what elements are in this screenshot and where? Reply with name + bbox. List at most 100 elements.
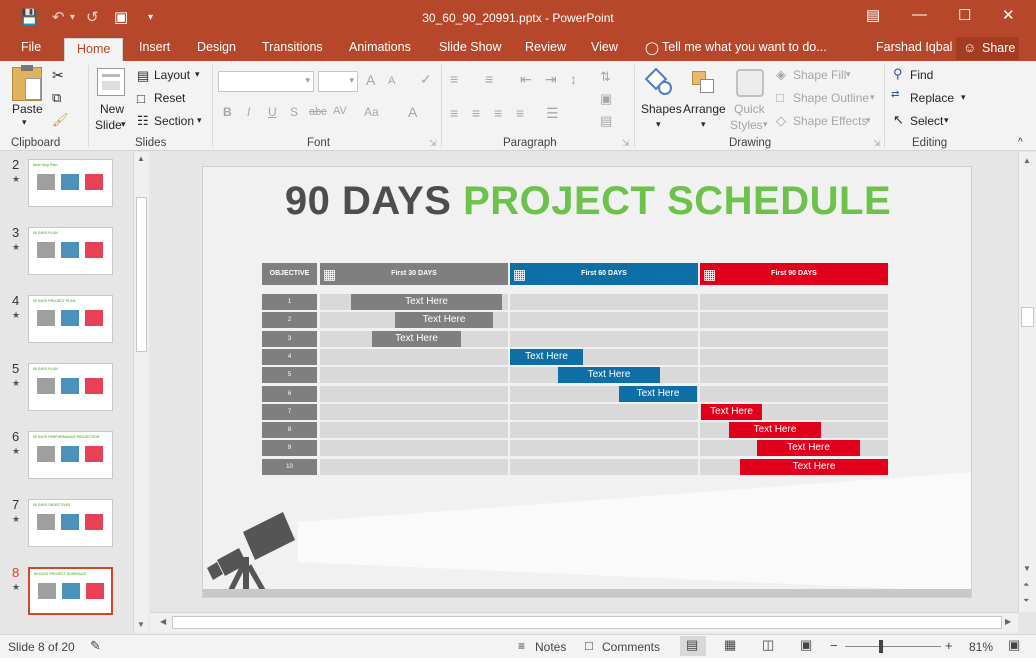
tab-transitions[interactable]: Transitions	[262, 40, 323, 54]
decrease-indent-icon[interactable]: ⇤	[520, 71, 532, 88]
horizontal-scrollbar[interactable]: ◀ ▶	[150, 612, 1018, 633]
underline-button[interactable]: U	[268, 105, 277, 119]
shape-fill-dropdown-icon[interactable]: ▾	[846, 69, 851, 80]
slide-thumbnail[interactable]: 90 DAYS PERFORMANCE PROJECTION	[28, 431, 113, 479]
collapse-ribbon-icon[interactable]: ^	[1018, 137, 1023, 148]
gantt-bar[interactable]: Text Here	[510, 348, 583, 365]
shrink-font-button[interactable]: A	[388, 75, 395, 87]
slide-thumbnail[interactable]: 90 DAYS PLAN	[28, 227, 113, 275]
normal-view-button[interactable]: ▤	[680, 636, 706, 656]
layout-button[interactable]: Layout	[154, 68, 190, 82]
shape-outline-dropdown-icon[interactable]: ▾	[870, 92, 875, 103]
new-slide-button[interactable]: New	[100, 102, 124, 116]
line-spacing-icon[interactable]: ↕	[570, 71, 577, 87]
gantt-bar[interactable]: Text Here	[740, 458, 888, 475]
columns-icon[interactable]: ☰	[546, 105, 559, 122]
numbering-icon[interactable]: ≡	[485, 71, 493, 87]
fit-to-window-icon[interactable]: ▣	[1008, 637, 1020, 653]
paragraph-dialog-icon[interactable]: ⇲	[622, 138, 630, 149]
slide-counter[interactable]: Slide 8 of 20	[8, 640, 75, 654]
gantt-bar[interactable]: Text Here	[701, 403, 762, 420]
thumbnail-scroll-thumb[interactable]	[136, 197, 147, 352]
tab-file[interactable]: File	[21, 40, 41, 54]
shape-effects-dropdown-icon[interactable]: ▾	[866, 115, 871, 126]
zoom-out-button[interactable]: −	[830, 638, 838, 653]
replace-button[interactable]: Replace	[910, 91, 954, 105]
quick-styles-dropdown-icon[interactable]: ▾	[763, 119, 768, 130]
font-dialog-icon[interactable]: ⇲	[429, 138, 437, 149]
arrange-button[interactable]: Arrange	[683, 102, 726, 116]
font-color-button[interactable]: A	[408, 104, 417, 120]
slide-sorter-icon[interactable]: ▦	[724, 637, 736, 653]
vscroll-up-icon[interactable]: ▲	[1023, 156, 1031, 165]
drawing-dialog-icon[interactable]: ⇲	[873, 138, 881, 149]
vscroll-thumb[interactable]	[1021, 307, 1034, 327]
previous-slide-icon[interactable]: ⏶	[1023, 580, 1029, 590]
char-spacing-button[interactable]: AV	[333, 105, 347, 117]
vertical-scrollbar[interactable]: ▲ ▼ ⏶ ⏷	[1018, 152, 1036, 612]
slide-thumbnail[interactable]: 90 DAYS OBJECTIVES	[28, 499, 113, 547]
slide-thumbnail[interactable]: 90 DAYS PLAN	[28, 363, 113, 411]
close-icon[interactable]: ✕	[1002, 6, 1015, 24]
share-button[interactable]: ☺ Share	[956, 37, 1019, 60]
gantt-bar[interactable]: Text Here	[619, 385, 697, 402]
slide-thumbnail[interactable]: Next Step Plan	[28, 159, 113, 207]
bold-button[interactable]: B	[223, 105, 232, 119]
italic-button[interactable]: I	[247, 105, 250, 119]
quick-styles-button[interactable]: Quick	[734, 102, 765, 116]
reset-button[interactable]: Reset	[154, 91, 185, 105]
shadow-button[interactable]: S	[290, 105, 298, 119]
paste-button[interactable]: Paste	[12, 102, 43, 116]
justify-icon[interactable]: ≡	[516, 105, 524, 121]
format-painter-icon[interactable]: 🖌	[52, 112, 69, 128]
tab-home[interactable]: Home	[64, 38, 124, 61]
zoom-in-button[interactable]: +	[945, 638, 953, 653]
bullets-icon[interactable]: ≡	[450, 71, 458, 87]
next-slide-icon[interactable]: ⏷	[1023, 596, 1029, 606]
zoom-slider-thumb[interactable]	[879, 640, 883, 653]
increase-indent-icon[interactable]: ⇥	[545, 71, 557, 88]
tab-view[interactable]: View	[591, 40, 618, 54]
shape-effects-button[interactable]: Shape Effects	[793, 114, 868, 128]
slide-thumbnail[interactable]: 90 DAYS PROJECT SCHEDULE	[28, 567, 113, 615]
select-dropdown-icon[interactable]: ▾	[944, 115, 949, 126]
align-right-icon[interactable]: ≡	[494, 105, 502, 121]
new-slide-dropdown-icon[interactable]: ▾	[121, 119, 126, 130]
hscroll-right-icon[interactable]: ▶	[1005, 617, 1011, 626]
font-name-dropdown-icon[interactable]: ▾	[305, 75, 310, 86]
shapes-button[interactable]: Shapes	[641, 102, 682, 116]
gantt-bar[interactable]: Text Here	[351, 294, 502, 310]
hscroll-thumb[interactable]	[172, 616, 1002, 629]
ribbon-options-icon[interactable]: ▤	[866, 6, 880, 24]
tell-me-search[interactable]: Tell me what you want to do...	[662, 40, 827, 54]
layout-dropdown-icon[interactable]: ▾	[195, 69, 200, 80]
slide-thumbnail[interactable]: 90 DAYS PROJECT PLAN	[28, 295, 113, 343]
hscroll-left-icon[interactable]: ◀	[160, 617, 166, 626]
copy-icon[interactable]: ⧉	[52, 90, 61, 106]
strikethrough-button[interactable]: abc	[309, 106, 327, 118]
cut-icon[interactable]: ✂	[52, 67, 64, 84]
section-button[interactable]: Section	[154, 114, 194, 128]
align-text-icon[interactable]: ▣	[600, 91, 612, 107]
new-slide-icon[interactable]	[97, 68, 125, 96]
section-dropdown-icon[interactable]: ▾	[197, 115, 202, 126]
gantt-bar[interactable]: Text Here	[757, 440, 860, 457]
grow-font-button[interactable]: A	[366, 72, 375, 88]
clear-formatting-icon[interactable]: ✓	[420, 71, 432, 88]
gantt-bar[interactable]: Text Here	[395, 312, 493, 329]
minimize-icon[interactable]: —	[912, 6, 927, 23]
tab-slide-show[interactable]: Slide Show	[439, 40, 502, 54]
quick-styles-icon[interactable]	[736, 69, 764, 97]
shape-fill-button[interactable]: Shape Fill	[793, 68, 846, 82]
arrange-icon[interactable]	[690, 69, 718, 97]
font-size-dropdown-icon[interactable]: ▾	[349, 75, 354, 86]
gantt-bar[interactable]: Text Here	[729, 422, 821, 439]
arrange-dropdown-icon[interactable]: ▾	[701, 119, 706, 130]
smartart-icon[interactable]: ▤	[600, 113, 612, 129]
tab-design[interactable]: Design	[197, 40, 236, 54]
select-button[interactable]: Select	[910, 114, 943, 128]
notes-button[interactable]: Notes	[535, 640, 566, 654]
text-direction-icon[interactable]: ⇅	[600, 69, 611, 85]
paste-icon[interactable]	[12, 65, 42, 101]
comments-button[interactable]: Comments	[602, 640, 660, 654]
